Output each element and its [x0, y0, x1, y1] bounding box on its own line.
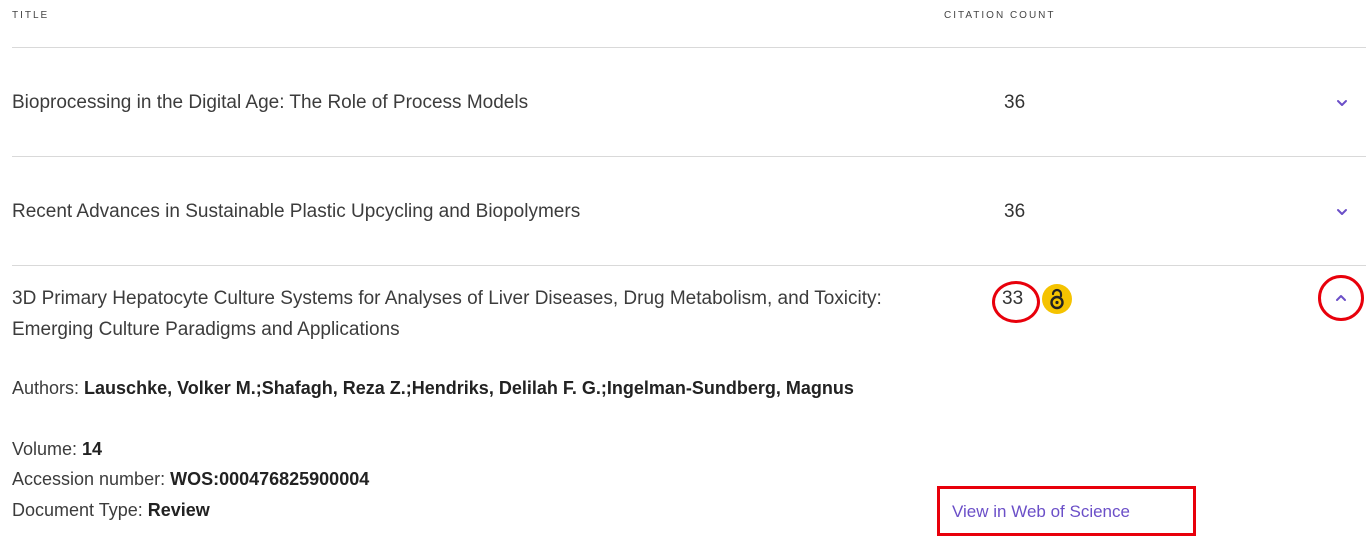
row-title[interactable]: Bioprocessing in the Digital Age: The Ro… [12, 87, 528, 118]
open-access-icon [1042, 284, 1072, 314]
chevron-down-icon[interactable] [1334, 204, 1350, 220]
row-title[interactable]: Recent Advances in Sustainable Plastic U… [12, 196, 580, 227]
chevron-up-icon[interactable] [1333, 290, 1349, 306]
divider [12, 156, 1366, 157]
document-type-line: Document Type: Review [12, 497, 892, 524]
column-header-title: TITLE [12, 10, 50, 21]
row-citation-count: 36 [1004, 201, 1026, 222]
expanded-row-title[interactable]: 3D Primary Hepatocyte Culture Systems fo… [12, 283, 892, 345]
document-type-label: Document Type: [12, 500, 148, 520]
chevron-down-icon[interactable] [1334, 95, 1350, 111]
authors-value: Lauschke, Volker M.;Shafagh, Reza Z.;Hen… [84, 378, 854, 398]
column-header-citation-count: CITATION COUNT [944, 10, 1056, 21]
divider [12, 47, 1366, 48]
volume-label: Volume: [12, 439, 83, 459]
row-citation-count: 36 [1004, 92, 1026, 113]
accession-label: Accession number: [12, 469, 171, 489]
volume-line: Volume: 14 [12, 436, 892, 463]
accession-line: Accession number: WOS:000476825900004 [12, 466, 892, 493]
view-in-web-of-science-link[interactable]: View in Web of Science [952, 502, 1130, 522]
highlight-circle [992, 281, 1040, 323]
authors-line: Authors: Lauschke, Volker M.;Shafagh, Re… [12, 375, 892, 402]
authors-label: Authors: [12, 378, 85, 398]
accession-value: WOS:000476825900004 [170, 469, 370, 489]
document-type-value: Review [147, 500, 210, 520]
divider [12, 265, 1366, 266]
results-table: TITLE CITATION COUNT Bioprocessing in th… [0, 0, 1366, 549]
volume-value: 14 [82, 439, 103, 459]
